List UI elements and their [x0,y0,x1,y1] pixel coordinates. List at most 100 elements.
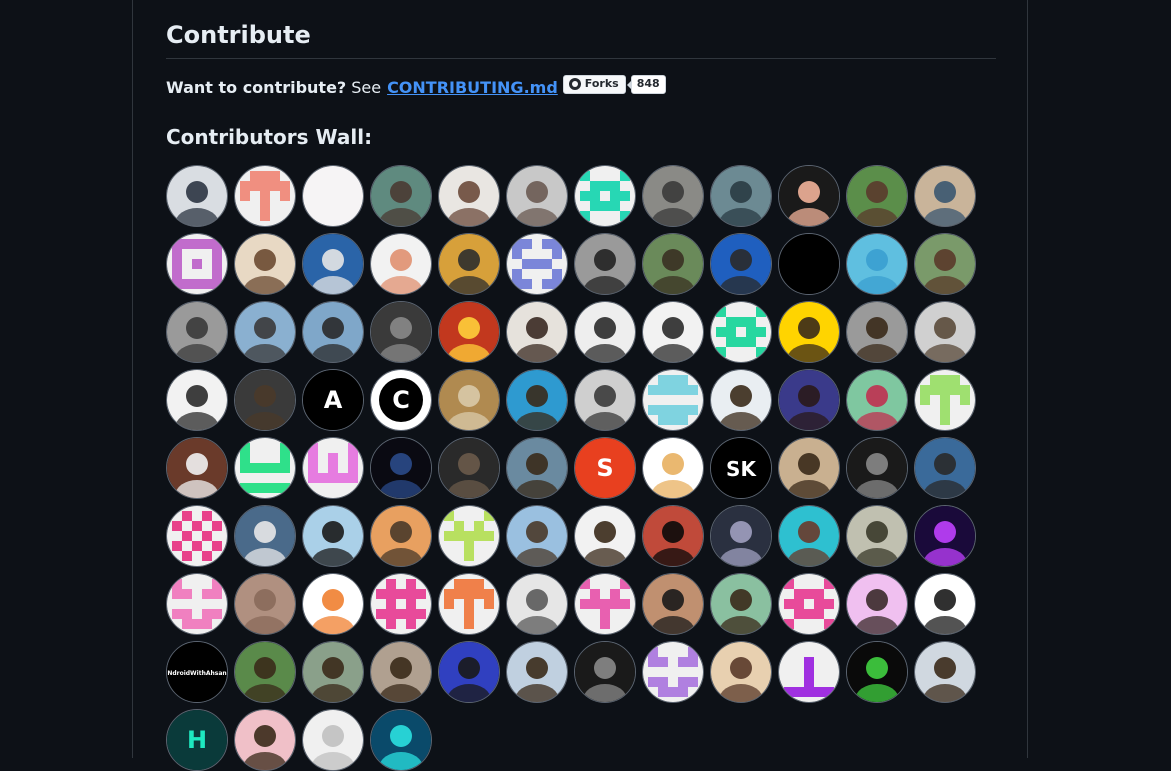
contributor-avatar[interactable] [370,505,432,567]
contributor-avatar[interactable] [438,369,500,431]
contributor-avatar[interactable] [302,233,364,295]
contributor-avatar[interactable] [642,573,704,635]
contributor-avatar[interactable] [166,573,228,635]
contributor-avatar[interactable] [506,233,568,295]
contributor-avatar[interactable] [914,641,976,703]
contributor-avatar[interactable] [778,233,840,295]
contributor-avatar[interactable] [370,573,432,635]
contributor-avatar[interactable] [166,165,228,227]
contributor-avatar[interactable] [574,505,636,567]
contributor-avatar[interactable] [574,233,636,295]
contributor-avatar[interactable] [438,641,500,703]
contributor-avatar[interactable] [370,437,432,499]
contributor-avatar[interactable] [166,505,228,567]
contributor-avatar[interactable] [506,641,568,703]
contributor-avatar[interactable] [846,165,908,227]
contributor-avatar[interactable] [914,233,976,295]
contributor-avatar[interactable] [234,369,296,431]
contributing-link[interactable]: CONTRIBUTING.md [387,76,558,100]
contributor-avatar[interactable] [370,709,432,771]
contributor-avatar[interactable] [438,233,500,295]
contributor-avatar[interactable] [642,233,704,295]
contributor-avatar[interactable] [234,641,296,703]
contributor-avatar[interactable] [710,573,772,635]
contributor-avatar[interactable] [438,437,500,499]
contributor-avatar[interactable] [506,505,568,567]
contributor-avatar[interactable] [234,573,296,635]
contributor-avatar[interactable] [234,505,296,567]
contributor-avatar[interactable] [302,641,364,703]
contributor-avatar[interactable] [506,369,568,431]
contributor-avatar[interactable] [914,437,976,499]
contributor-avatar[interactable] [846,573,908,635]
contributor-avatar[interactable] [778,369,840,431]
contributor-avatar[interactable] [166,301,228,363]
contributor-avatar[interactable] [642,437,704,499]
forks-badge[interactable]: Forks 848 [562,74,666,94]
contributor-avatar[interactable] [778,165,840,227]
contributor-avatar[interactable] [506,437,568,499]
contributor-avatar[interactable] [710,505,772,567]
contributor-avatar[interactable]: H [166,709,228,771]
contributor-avatar[interactable] [778,505,840,567]
contributor-avatar[interactable] [506,301,568,363]
contributor-avatar[interactable] [574,301,636,363]
contributor-avatar[interactable] [370,301,432,363]
contributor-avatar[interactable] [710,641,772,703]
contributor-avatar[interactable] [846,505,908,567]
contributor-avatar[interactable]: S [574,437,636,499]
contributor-avatar[interactable] [710,233,772,295]
contributor-avatar[interactable] [574,165,636,227]
contributor-avatar[interactable] [302,301,364,363]
contributor-avatar[interactable] [438,165,500,227]
contributor-avatar[interactable] [370,233,432,295]
contributor-avatar[interactable] [642,301,704,363]
contributor-avatar[interactable] [914,573,976,635]
contributor-avatar[interactable] [234,437,296,499]
contributor-avatar[interactable] [914,369,976,431]
contributor-avatar[interactable] [642,165,704,227]
contributor-avatar[interactable] [778,301,840,363]
contributor-avatar[interactable] [710,165,772,227]
contributor-avatar[interactable] [234,165,296,227]
contributor-avatar[interactable] [914,165,976,227]
contributor-avatar[interactable] [438,505,500,567]
contributor-avatar[interactable] [574,641,636,703]
contributor-avatar[interactable] [302,165,364,227]
contributor-avatar[interactable] [642,369,704,431]
contributor-avatar[interactable] [234,301,296,363]
contributor-avatar[interactable] [370,165,432,227]
contributor-avatar[interactable]: SK [710,437,772,499]
contributor-avatar[interactable] [302,437,364,499]
contributor-avatar[interactable] [166,437,228,499]
contributor-avatar[interactable] [778,573,840,635]
contributor-avatar[interactable] [574,573,636,635]
contributor-avatar[interactable] [778,641,840,703]
contributor-avatar[interactable] [370,641,432,703]
contributor-avatar[interactable]: C [370,369,432,431]
contributor-avatar[interactable] [846,233,908,295]
contributor-avatar[interactable] [914,505,976,567]
contributor-avatar[interactable] [166,233,228,295]
contributor-avatar[interactable] [846,301,908,363]
contributor-avatar[interactable] [506,165,568,227]
contributor-avatar[interactable] [506,573,568,635]
contributor-avatar[interactable] [302,573,364,635]
contributor-avatar[interactable] [166,369,228,431]
contributor-avatar[interactable] [302,505,364,567]
contributor-avatar[interactable] [778,437,840,499]
contributor-avatar[interactable] [846,437,908,499]
contributor-avatar[interactable] [234,233,296,295]
contributor-avatar[interactable]: A [302,369,364,431]
contributor-avatar[interactable] [914,301,976,363]
contributor-avatar[interactable] [642,641,704,703]
contributor-avatar[interactable] [302,709,364,771]
contributor-avatar[interactable] [846,369,908,431]
contributor-avatar[interactable] [438,301,500,363]
contributor-avatar[interactable] [234,709,296,771]
contributor-avatar[interactable] [438,573,500,635]
contributor-avatar[interactable] [846,641,908,703]
contributor-avatar[interactable] [710,301,772,363]
contributor-avatar[interactable] [574,369,636,431]
contributor-avatar[interactable]: NdroidWithAhsan [166,641,228,703]
